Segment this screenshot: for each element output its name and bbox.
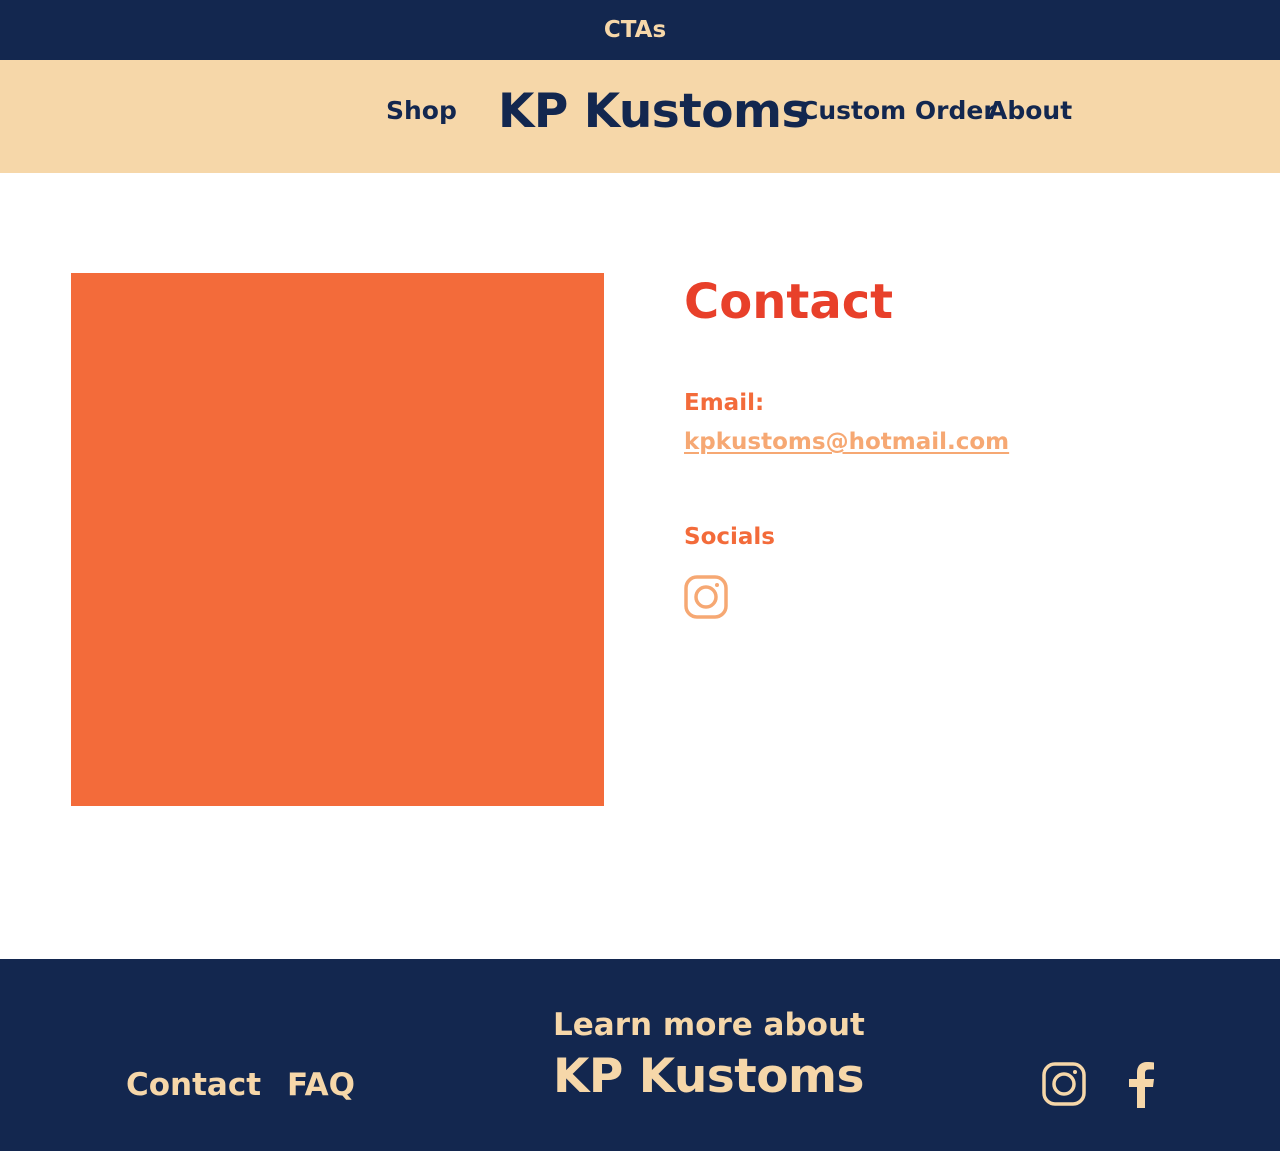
footer-brand[interactable]: KP Kustoms <box>553 1049 864 1104</box>
footer-instagram-icon[interactable] <box>1042 1062 1086 1106</box>
footer-facebook-icon[interactable] <box>1122 1060 1160 1108</box>
footer-faq-link[interactable]: FAQ <box>287 1067 355 1103</box>
nav-custom-order-link[interactable]: Custom Order <box>800 96 996 125</box>
email-link[interactable]: kpkustoms@hotmail.com <box>684 429 1009 455</box>
contact-image-placeholder <box>71 273 604 806</box>
top-banner: CTAs <box>0 0 1280 60</box>
brand-logo[interactable]: KP Kustoms <box>498 84 809 139</box>
main-nav: Shop KP Kustoms Custom Order About <box>0 60 1280 173</box>
nav-shop-link[interactable]: Shop <box>386 96 457 125</box>
nav-about-link[interactable]: About <box>988 96 1072 125</box>
top-banner-label: CTAs <box>603 17 667 43</box>
email-label: Email: <box>684 390 765 416</box>
footer-contact-link[interactable]: Contact <box>126 1067 261 1103</box>
footer-learn-more: Learn more about <box>553 1007 865 1043</box>
instagram-icon[interactable] <box>684 575 728 619</box>
socials-label: Socials <box>684 524 775 550</box>
page-title: Contact <box>684 274 894 330</box>
site-footer: Contact FAQ Learn more about KP Kustoms <box>0 959 1280 1151</box>
